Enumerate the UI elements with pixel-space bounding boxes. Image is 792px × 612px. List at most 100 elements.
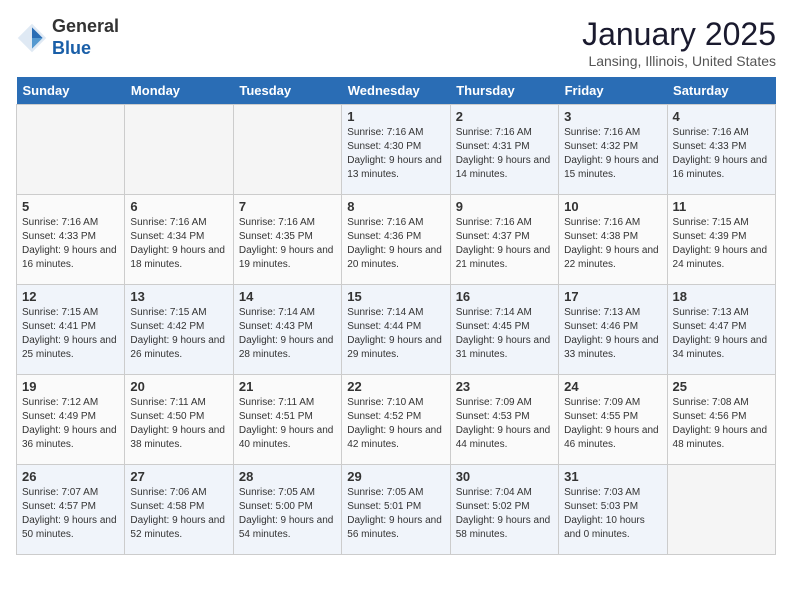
calendar-cell: 14Sunrise: 7:14 AMSunset: 4:43 PMDayligh… xyxy=(233,285,341,375)
calendar-cell: 13Sunrise: 7:15 AMSunset: 4:42 PMDayligh… xyxy=(125,285,233,375)
month-title: January 2025 xyxy=(582,16,776,53)
day-number: 5 xyxy=(22,199,119,214)
calendar-cell: 3Sunrise: 7:16 AMSunset: 4:32 PMDaylight… xyxy=(559,105,667,195)
day-detail: Sunrise: 7:10 AMSunset: 4:52 PMDaylight:… xyxy=(347,396,444,452)
day-detail: Sunrise: 7:14 AMSunset: 4:43 PMDaylight:… xyxy=(239,306,336,362)
day-detail: Sunrise: 7:12 AMSunset: 4:49 PMDaylight:… xyxy=(22,396,119,452)
daylight-text: Daylight: 9 hours and 14 minutes. xyxy=(456,154,553,182)
day-number: 26 xyxy=(22,469,119,484)
weekday-header-row: SundayMondayTuesdayWednesdayThursdayFrid… xyxy=(17,77,776,105)
sunrise-text: Sunrise: 7:05 AM xyxy=(347,486,444,500)
daylight-text: Daylight: 9 hours and 22 minutes. xyxy=(564,244,661,272)
calendar-cell xyxy=(125,105,233,195)
calendar-week-row: 12Sunrise: 7:15 AMSunset: 4:41 PMDayligh… xyxy=(17,285,776,375)
day-number: 15 xyxy=(347,289,444,304)
day-detail: Sunrise: 7:15 AMSunset: 4:41 PMDaylight:… xyxy=(22,306,119,362)
calendar-cell: 22Sunrise: 7:10 AMSunset: 4:52 PMDayligh… xyxy=(342,375,450,465)
day-number: 31 xyxy=(564,469,661,484)
sunset-text: Sunset: 4:41 PM xyxy=(22,320,119,334)
sunset-text: Sunset: 4:37 PM xyxy=(456,230,553,244)
calendar-cell: 10 Sunrise: 7:16 AMSunset: 4:38 PMDayligh… xyxy=(559,195,667,285)
sunset-text: Sunset: 4:45 PM xyxy=(456,320,553,334)
sunrise-text: Sunrise: 7:16 AM xyxy=(456,216,553,230)
calendar-cell: 1Sunrise: 7:16 AMSunset: 4:30 PMDaylight… xyxy=(342,105,450,195)
day-number: 25 xyxy=(673,379,770,394)
day-detail: Sunrise: 7:16 AMSunset: 4:36 PMDaylight:… xyxy=(347,216,444,272)
weekday-header-friday: Friday xyxy=(559,77,667,105)
day-detail: Sunrise: 7:15 AMSunset: 4:42 PMDaylight:… xyxy=(130,306,227,362)
calendar-cell: 17Sunrise: 7:13 AMSunset: 4:46 PMDayligh… xyxy=(559,285,667,375)
day-detail: Sunrise: 7:04 AMSunset: 5:02 PMDaylight:… xyxy=(456,486,553,542)
sunrise-text: Sunrise: 7:13 AM xyxy=(673,306,770,320)
calendar-cell: 4Sunrise: 7:16 AMSunset: 4:33 PMDaylight… xyxy=(667,105,775,195)
calendar-cell: 27 Sunrise: 7:06 AMSunset: 4:58 PMDayligh… xyxy=(125,465,233,555)
day-detail: Sunrise: 7:06 AMSunset: 4:58 PMDaylight:… xyxy=(130,486,227,542)
sunset-text: Sunset: 4:47 PM xyxy=(673,320,770,334)
day-number: 27 xyxy=(130,469,227,484)
calendar-week-row: 26 Sunrise: 7:07 AMSunset: 4:57 PMDayligh… xyxy=(17,465,776,555)
calendar-cell: 24Sunrise: 7:09 AMSunset: 4:55 PMDayligh… xyxy=(559,375,667,465)
calendar-cell: 8 Sunrise: 7:16 AMSunset: 4:36 PMDaylight… xyxy=(342,195,450,285)
sunrise-text: Sunrise: 7:16 AM xyxy=(347,216,444,230)
day-number: 3 xyxy=(564,109,661,124)
sunset-text: Sunset: 4:32 PM xyxy=(564,140,661,154)
day-detail: Sunrise: 7:14 AMSunset: 4:45 PMDaylight:… xyxy=(456,306,553,362)
calendar-week-row: 1Sunrise: 7:16 AMSunset: 4:30 PMDaylight… xyxy=(17,105,776,195)
sunset-text: Sunset: 4:31 PM xyxy=(456,140,553,154)
sunset-text: Sunset: 4:57 PM xyxy=(22,500,119,514)
sunrise-text: Sunrise: 7:11 AM xyxy=(239,396,336,410)
weekday-header-tuesday: Tuesday xyxy=(233,77,341,105)
day-number: 10 xyxy=(564,199,661,214)
daylight-text: Daylight: 9 hours and 15 minutes. xyxy=(564,154,661,182)
daylight-text: Daylight: 9 hours and 16 minutes. xyxy=(22,244,119,272)
sunrise-text: Sunrise: 7:08 AM xyxy=(673,396,770,410)
day-detail: Sunrise: 7:16 AMSunset: 4:30 PMDaylight:… xyxy=(347,126,444,182)
day-number: 18 xyxy=(673,289,770,304)
calendar-table: SundayMondayTuesdayWednesdayThursdayFrid… xyxy=(16,77,776,555)
sunrise-text: Sunrise: 7:05 AM xyxy=(239,486,336,500)
day-number: 8 xyxy=(347,199,444,214)
calendar-cell: 9Sunrise: 7:16 AMSunset: 4:37 PMDaylight… xyxy=(450,195,558,285)
sunset-text: Sunset: 4:33 PM xyxy=(22,230,119,244)
weekday-header-thursday: Thursday xyxy=(450,77,558,105)
logo: General Blue xyxy=(16,16,119,59)
calendar-cell: 19Sunrise: 7:12 AMSunset: 4:49 PMDayligh… xyxy=(17,375,125,465)
sunset-text: Sunset: 4:51 PM xyxy=(239,410,336,424)
sunset-text: Sunset: 4:53 PM xyxy=(456,410,553,424)
weekday-header-sunday: Sunday xyxy=(17,77,125,105)
sunset-text: Sunset: 4:55 PM xyxy=(564,410,661,424)
sunset-text: Sunset: 4:33 PM xyxy=(673,140,770,154)
day-detail: Sunrise: 7:14 AMSunset: 4:44 PMDaylight:… xyxy=(347,306,444,362)
calendar-cell: 28Sunrise: 7:05 AMSunset: 5:00 PMDayligh… xyxy=(233,465,341,555)
sunrise-text: Sunrise: 7:11 AM xyxy=(130,396,227,410)
sunrise-text: Sunrise: 7:04 AM xyxy=(456,486,553,500)
sunrise-text: Sunrise: 7:15 AM xyxy=(673,216,770,230)
sunrise-text: Sunrise: 7:15 AM xyxy=(130,306,227,320)
daylight-text: Daylight: 9 hours and 46 minutes. xyxy=(564,424,661,452)
sunrise-text: Sunrise: 7:15 AM xyxy=(22,306,119,320)
sunrise-text: Sunrise: 7:10 AM xyxy=(347,396,444,410)
sunrise-text: Sunrise: 7:14 AM xyxy=(347,306,444,320)
sunset-text: Sunset: 5:00 PM xyxy=(239,500,336,514)
daylight-text: Daylight: 9 hours and 33 minutes. xyxy=(564,334,661,362)
day-number: 17 xyxy=(564,289,661,304)
day-detail: Sunrise: 7:09 AMSunset: 4:55 PMDaylight:… xyxy=(564,396,661,452)
sunrise-text: Sunrise: 7:16 AM xyxy=(564,216,661,230)
day-detail: Sunrise: 7:05 AMSunset: 5:00 PMDaylight:… xyxy=(239,486,336,542)
sunset-text: Sunset: 4:30 PM xyxy=(347,140,444,154)
calendar-cell: 16Sunrise: 7:14 AMSunset: 4:45 PMDayligh… xyxy=(450,285,558,375)
sunset-text: Sunset: 4:38 PM xyxy=(564,230,661,244)
sunrise-text: Sunrise: 7:03 AM xyxy=(564,486,661,500)
calendar-cell: 7Sunrise: 7:16 AMSunset: 4:35 PMDaylight… xyxy=(233,195,341,285)
sunset-text: Sunset: 5:02 PM xyxy=(456,500,553,514)
sunset-text: Sunset: 4:43 PM xyxy=(239,320,336,334)
day-number: 9 xyxy=(456,199,553,214)
calendar-cell: 15 Sunrise: 7:14 AMSunset: 4:44 PMDayligh… xyxy=(342,285,450,375)
calendar-week-row: 5Sunrise: 7:16 AMSunset: 4:33 PMDaylight… xyxy=(17,195,776,285)
daylight-text: Daylight: 9 hours and 42 minutes. xyxy=(347,424,444,452)
calendar-cell xyxy=(17,105,125,195)
day-number: 12 xyxy=(22,289,119,304)
day-detail: Sunrise: 7:07 AMSunset: 4:57 PMDaylight:… xyxy=(22,486,119,542)
daylight-text: Daylight: 9 hours and 16 minutes. xyxy=(673,154,770,182)
day-detail: Sunrise: 7:08 AMSunset: 4:56 PMDaylight:… xyxy=(673,396,770,452)
